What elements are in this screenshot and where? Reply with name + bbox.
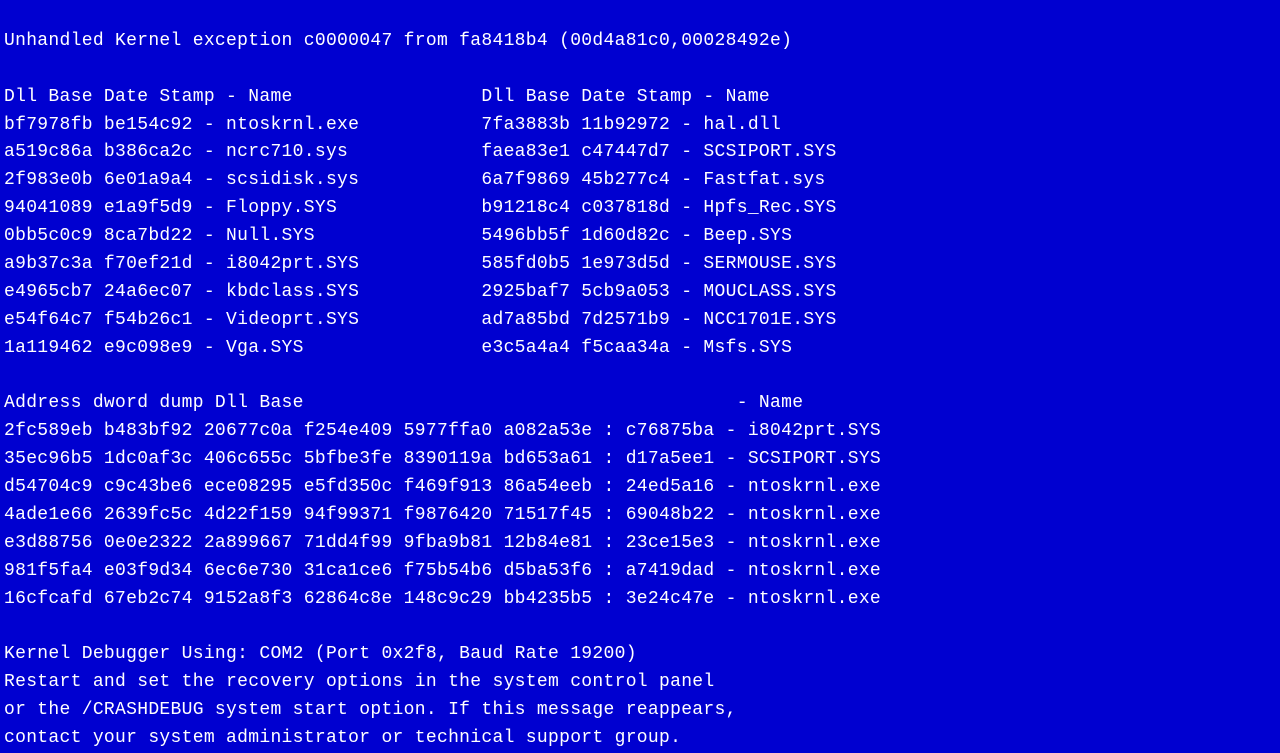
dll-table-header: Dll Base Date Stamp - Name Dll Base Date… — [4, 87, 770, 107]
dump-header: Address dword dump Dll Base - Name — [4, 393, 803, 413]
dll-table: bf7978fb be154c92 - ntoskrnl.exe 7fa3883… — [4, 115, 837, 358]
footer-line-1: Restart and set the recovery options in … — [4, 672, 715, 692]
bsod-screen: Unhandled Kernel exception c0000047 from… — [0, 0, 1280, 753]
footer-line-0: Kernel Debugger Using: COM2 (Port 0x2f8,… — [4, 644, 637, 664]
dword-dump-table: 2fc589eb b483bf92 20677c0a f254e409 5977… — [4, 421, 881, 608]
footer-line-2: or the /CRASHDEBUG system start option. … — [4, 700, 737, 720]
footer-line-3: contact your system administrator or tec… — [4, 728, 681, 748]
exception-header: Unhandled Kernel exception c0000047 from… — [4, 31, 792, 51]
